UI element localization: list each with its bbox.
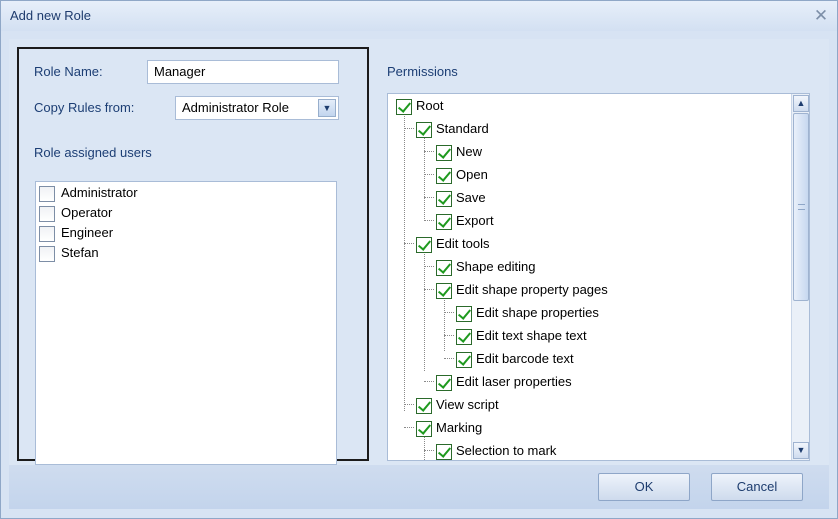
cancel-button[interactable]: Cancel	[711, 473, 803, 501]
chevron-down-icon[interactable]: ▼	[318, 99, 336, 117]
role-panel: Role Name: Manager Copy Rules from: Admi…	[17, 47, 369, 465]
permission-checkbox[interactable]	[396, 99, 412, 115]
tree-node-label: Standard	[436, 121, 489, 136]
assigned-users-list: Administrator Operator Engineer Stefan	[35, 181, 337, 465]
assigned-users-label: Role assigned users	[34, 145, 152, 160]
tree-node-label: Save	[456, 190, 486, 205]
scroll-down-icon[interactable]: ▼	[793, 442, 809, 459]
window-title: Add new Role	[10, 8, 91, 23]
user-name: Operator	[61, 205, 113, 220]
copy-rules-value: Administrator Role	[182, 100, 289, 115]
permission-checkbox[interactable]	[436, 375, 452, 391]
tree-node-label: View script	[436, 397, 499, 412]
tree-node-label: Open	[456, 167, 488, 182]
tree-node-label: Marking	[436, 420, 483, 435]
permissions-panel: Permissions Root Standard New Open Save …	[379, 47, 817, 461]
tree-node-label: Export	[456, 213, 494, 228]
permission-checkbox[interactable]	[436, 191, 452, 207]
copy-rules-label: Copy Rules from:	[34, 100, 135, 115]
tree-node-label: Edit tools	[436, 236, 490, 251]
permissions-label: Permissions	[387, 64, 458, 79]
permissions-tree: Root Standard New Open Save Export Edit …	[387, 93, 810, 461]
permission-checkbox[interactable]	[456, 352, 472, 368]
tree-node-label: Root	[416, 98, 444, 113]
user-checkbox[interactable]	[39, 226, 55, 242]
permission-checkbox[interactable]	[416, 237, 432, 253]
user-name: Stefan	[61, 245, 99, 260]
tree-node-label: Edit laser properties	[456, 374, 572, 389]
permission-checkbox[interactable]	[456, 306, 472, 322]
role-name-input[interactable]: Manager	[147, 60, 339, 84]
scroll-thumb[interactable]	[793, 113, 809, 301]
button-bar: OK Cancel	[9, 465, 829, 509]
permission-checkbox[interactable]	[416, 398, 432, 414]
permission-checkbox[interactable]	[416, 421, 432, 437]
add-role-dialog: Add new Role ✕ Role Name: Manager Copy R…	[0, 0, 838, 519]
permission-checkbox[interactable]	[456, 329, 472, 345]
permission-checkbox[interactable]	[436, 283, 452, 299]
dialog-body: Role Name: Manager Copy Rules from: Admi…	[9, 39, 829, 509]
tree-node-label: Shape editing	[456, 259, 536, 274]
tree-node-label: Edit text shape text	[476, 328, 587, 343]
permission-checkbox[interactable]	[436, 168, 452, 184]
user-checkbox[interactable]	[39, 186, 55, 202]
role-name-label: Role Name:	[34, 64, 103, 79]
ok-button[interactable]: OK	[598, 473, 690, 501]
permission-checkbox[interactable]	[416, 122, 432, 138]
tree-node-label: New	[456, 144, 483, 159]
permission-checkbox[interactable]	[436, 444, 452, 460]
permission-checkbox[interactable]	[436, 145, 452, 161]
user-name: Administrator	[61, 185, 138, 200]
permission-checkbox[interactable]	[436, 260, 452, 276]
close-icon[interactable]: ✕	[811, 6, 831, 26]
copy-rules-dropdown[interactable]: Administrator Role ▼	[175, 96, 339, 120]
tree-node-label: Edit shape property pages	[456, 282, 608, 297]
user-checkbox[interactable]	[39, 206, 55, 222]
user-name: Engineer	[61, 225, 114, 240]
tree-node-label: Edit barcode text	[476, 351, 574, 366]
title-bar: Add new Role ✕	[1, 1, 837, 31]
tree-node-label: Edit shape properties	[476, 305, 599, 320]
user-checkbox[interactable]	[39, 246, 55, 262]
permission-checkbox[interactable]	[436, 214, 452, 230]
scroll-up-icon[interactable]: ▲	[793, 95, 809, 112]
tree-scrollbar[interactable]: ▲ ▼	[791, 94, 809, 460]
tree-node-label: Selection to mark	[456, 443, 557, 458]
grip-icon	[798, 204, 805, 210]
